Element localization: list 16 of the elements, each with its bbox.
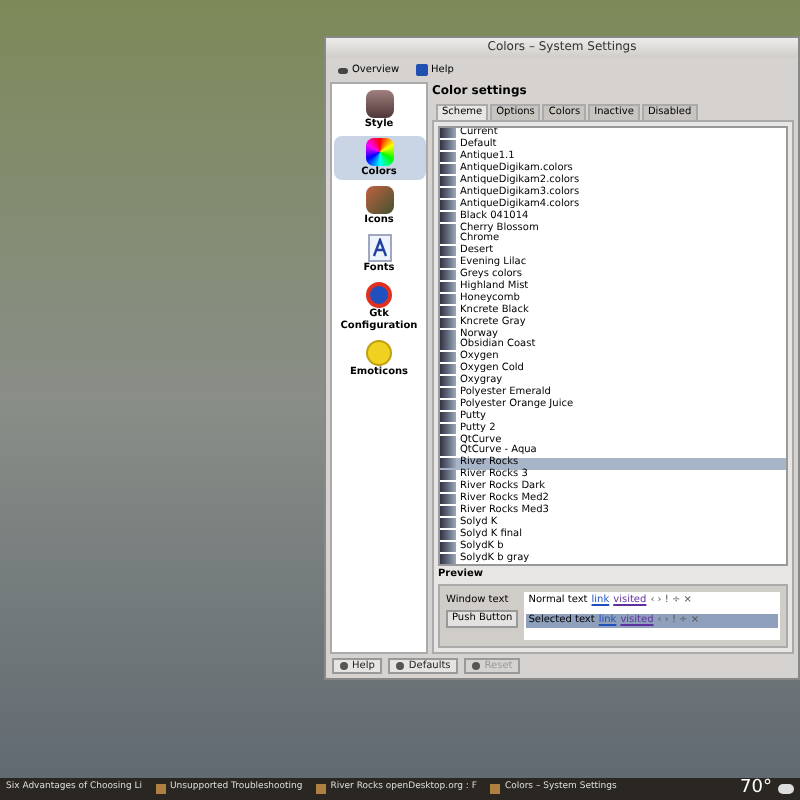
weather-icon: [778, 784, 794, 794]
app-icon: [316, 784, 327, 794]
color-wheel-icon: [365, 138, 393, 166]
gtk-icon: [366, 282, 392, 308]
button-icon: [396, 662, 405, 670]
temperature: 70°: [740, 780, 772, 798]
app-icon: [156, 784, 167, 794]
info-icon: [415, 64, 428, 76]
font-icon: [367, 234, 391, 262]
style-icon: [365, 90, 393, 118]
smiley-icon: [366, 340, 392, 366]
icons-icon: [365, 186, 393, 214]
back-icon: [338, 67, 348, 73]
button-icon: [340, 662, 348, 670]
app-icon: [490, 784, 501, 794]
button-icon: [472, 662, 481, 670]
